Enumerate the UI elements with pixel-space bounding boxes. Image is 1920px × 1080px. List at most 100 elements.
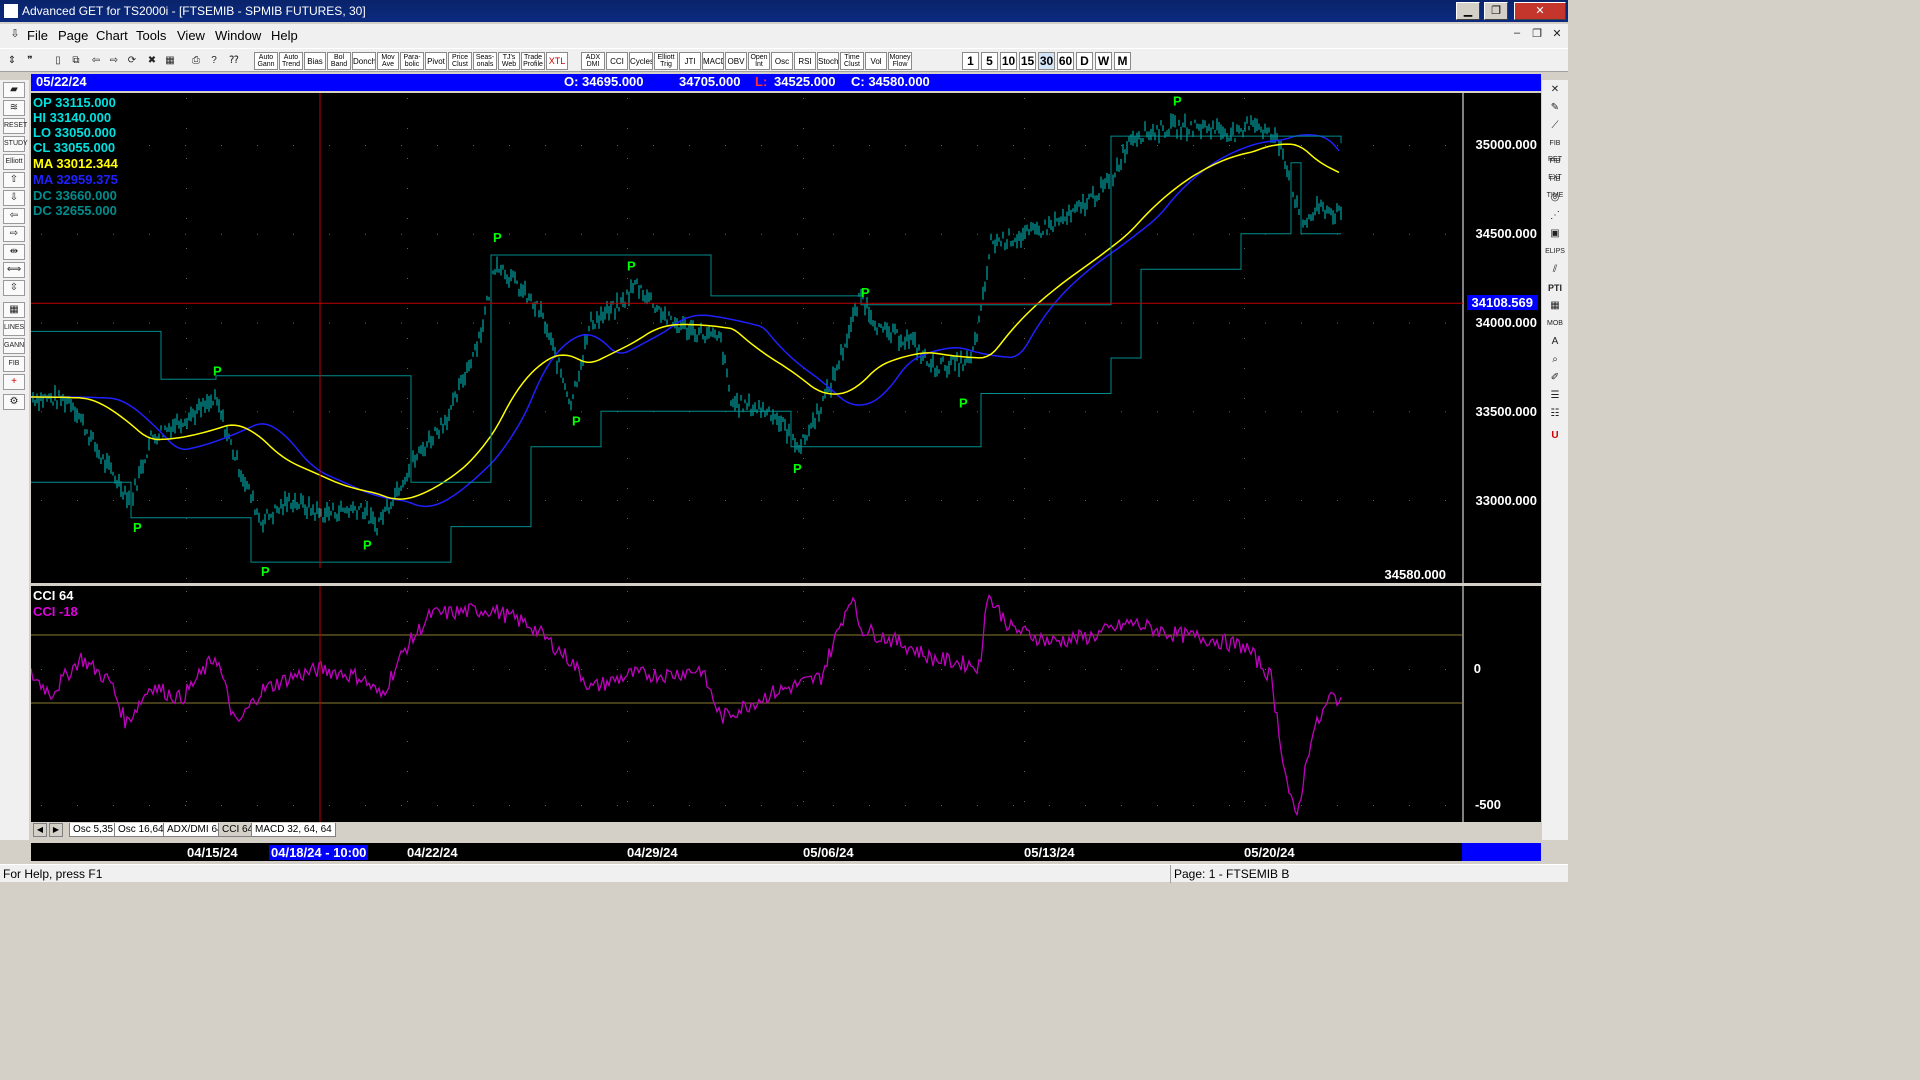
period-button-M[interactable]: M — [1114, 52, 1131, 70]
price-chart[interactable]: P P P P P P P P P P P OP 33115.000 HI 33140.000 LO… — [31, 93, 1541, 583]
delete-icon[interactable]: ✖ — [144, 52, 160, 70]
menu-page[interactable]: Page — [58, 28, 88, 43]
arrow-up-icon[interactable]: ⇧ — [3, 172, 25, 188]
pin-icon[interactable]: ⇕ — [4, 52, 20, 70]
tab-osc-16-64[interactable]: Osc 16,64 — [114, 823, 168, 837]
arrow-down-icon[interactable]: ⇩ — [3, 190, 25, 206]
study-button-6[interactable]: Para-bolic — [400, 52, 424, 70]
study-button-16[interactable]: Elliott Trig — [654, 52, 678, 70]
period-button-W[interactable]: W — [1095, 52, 1112, 70]
study-button-26[interactable]: Money Flow — [888, 52, 912, 70]
close-button[interactable]: ✕ — [1514, 2, 1566, 20]
spiral-icon[interactable]: ◎ — [1545, 190, 1565, 206]
study-button-19[interactable]: OBV — [725, 52, 747, 70]
mob-icon[interactable]: MOB — [1545, 316, 1565, 332]
study-button-14[interactable]: CCI — [606, 52, 628, 70]
gann-icon[interactable]: GANN — [3, 338, 25, 354]
table-icon[interactable]: ▦ — [1545, 298, 1565, 314]
fan-icon[interactable]: ⋰ — [1545, 208, 1565, 224]
study-button-17[interactable]: JTI — [679, 52, 701, 70]
grid-icon[interactable]: ▦ — [162, 52, 178, 70]
compress-icon[interactable]: ⟺ — [3, 262, 25, 278]
mdi-close-button[interactable]: ✕ — [1548, 27, 1566, 43]
study-button-8[interactable]: Price Clust — [448, 52, 472, 70]
tab-scroll-left-icon[interactable]: ◀ — [33, 823, 47, 837]
arrow-right-icon[interactable]: ⇨ — [3, 226, 25, 242]
period-button-30[interactable]: 30 — [1038, 52, 1055, 70]
menu-window[interactable]: Window — [215, 28, 261, 43]
refresh-icon[interactable]: ⟳ — [124, 52, 140, 70]
study-button-13[interactable]: ADX DMI — [581, 52, 605, 70]
study-button-3[interactable]: Bol Band — [327, 52, 351, 70]
text-icon[interactable]: A — [1545, 334, 1565, 350]
open-folder-icon[interactable]: ▰ — [3, 82, 25, 98]
reset-icon[interactable]: RESET — [3, 118, 27, 134]
print-icon[interactable]: ⎙ — [188, 52, 204, 70]
close-x-icon[interactable]: ✕ — [1545, 82, 1565, 98]
period-button-1[interactable]: 1 — [962, 52, 979, 70]
fib-icon[interactable]: FIB — [3, 356, 25, 372]
study-button-24[interactable]: Time Clust — [840, 52, 864, 70]
period-button-5[interactable]: 5 — [981, 52, 998, 70]
magnet-icon[interactable]: U — [1545, 428, 1565, 444]
study-button-10[interactable]: TJ's Web — [498, 52, 520, 70]
cci-chart[interactable]: CCI 64 CCI -18 0 -500 — [30, 586, 1541, 822]
lines-icon[interactable]: LINES — [3, 320, 25, 336]
tag-icon[interactable]: ✐ — [1545, 370, 1565, 386]
menu-view[interactable]: View — [177, 28, 205, 43]
mdi-minimize-button[interactable]: – — [1508, 27, 1526, 43]
mdi-restore-button[interactable]: ❐ — [1528, 27, 1546, 43]
crosshair-icon[interactable]: + — [3, 374, 25, 390]
period-button-10[interactable]: 10 — [1000, 52, 1017, 70]
wave-icon[interactable]: ≋ — [3, 100, 25, 116]
expand-icon[interactable]: ⇹ — [3, 244, 25, 260]
trendline-icon[interactable]: ⟋ — [1545, 118, 1565, 134]
pencil-icon[interactable]: ✎ — [1545, 100, 1565, 116]
quote-icon[interactable]: ❞ — [22, 52, 38, 70]
menu-chart[interactable]: Chart — [96, 28, 128, 43]
elliott-icon[interactable]: Elliott — [3, 154, 25, 170]
pti-icon[interactable]: PTI — [1545, 280, 1565, 296]
study-button-20[interactable]: Open Int — [748, 52, 770, 70]
list-icon[interactable]: ☷ — [1545, 406, 1565, 422]
study-button-23[interactable]: Stoch — [817, 52, 839, 70]
fib-ext-icon[interactable]: FIB EXT — [1545, 154, 1565, 181]
maximize-button[interactable]: ❐ — [1484, 2, 1508, 20]
axis-scroll-thumb[interactable] — [1462, 843, 1541, 861]
study-button-0[interactable]: Auto Gann — [254, 52, 278, 70]
study-icon[interactable]: STUDY — [3, 136, 28, 152]
copy-icon[interactable]: ⧉ — [68, 52, 84, 70]
fib-ret-icon[interactable]: FIB RET — [1545, 136, 1565, 163]
scale-icon[interactable]: ⇳ — [3, 280, 25, 296]
menu-tools[interactable]: Tools — [136, 28, 166, 43]
period-button-15[interactable]: 15 — [1019, 52, 1036, 70]
fib-time-icon[interactable]: FIB TIME — [1545, 172, 1565, 199]
minimize-button[interactable]: ▁ — [1456, 2, 1480, 20]
help-icon[interactable]: ? — [206, 52, 222, 70]
period-button-D[interactable]: D — [1076, 52, 1093, 70]
study-button-25[interactable]: Vol — [865, 52, 887, 70]
tab-scroll-right-icon[interactable]: ▶ — [49, 823, 63, 837]
new-page-icon[interactable]: ▯ — [50, 52, 66, 70]
zoom-icon[interactable]: ⌕ — [1545, 352, 1565, 368]
study-button-18[interactable]: MACD — [702, 52, 724, 70]
context-help-icon[interactable]: ⁇ — [226, 52, 242, 70]
settings-icon[interactable]: ⚙ — [3, 394, 25, 410]
forward-icon[interactable]: ⇨ — [106, 52, 122, 70]
menu-file[interactable]: File — [27, 28, 48, 43]
tab-macd[interactable]: MACD 32, 64, 64 — [251, 823, 336, 837]
study-button-2[interactable]: Bias — [304, 52, 326, 70]
channel-icon[interactable]: ⫽ — [1545, 262, 1565, 278]
grid-icon[interactable]: ▦ — [3, 302, 25, 318]
study-button-11[interactable]: Trade Profile — [521, 52, 545, 70]
tab-osc-5-35[interactable]: Osc 5,35 — [69, 823, 118, 837]
ellipse-icon[interactable]: ELIPS — [1545, 244, 1565, 260]
study-button-9[interactable]: Seas-onals — [473, 52, 497, 70]
box-icon[interactable]: ▣ — [1545, 226, 1565, 242]
study-button-1[interactable]: Auto Trend — [279, 52, 303, 70]
back-icon[interactable]: ⇦ — [88, 52, 104, 70]
study-button-12[interactable]: XTL — [546, 52, 568, 70]
stack-icon[interactable]: ☰ — [1545, 388, 1565, 404]
study-button-15[interactable]: Cycles — [629, 52, 653, 70]
study-button-21[interactable]: Osc — [771, 52, 793, 70]
